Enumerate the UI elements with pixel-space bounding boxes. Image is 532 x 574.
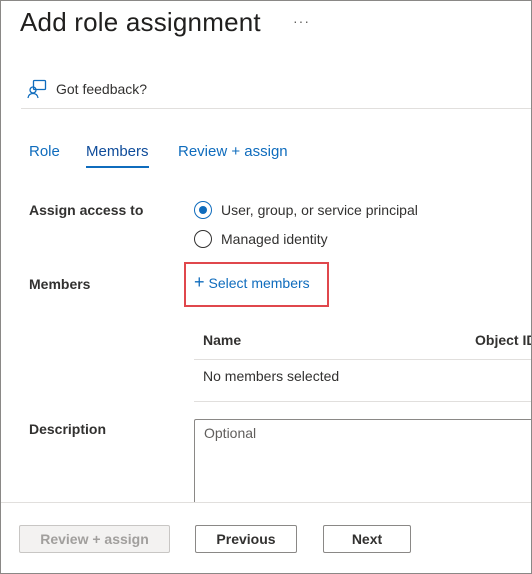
page-title: Add role assignment — [20, 7, 261, 37]
radio-button-checked[interactable] — [194, 201, 212, 219]
feedback-label: Got feedback? — [56, 81, 148, 97]
radio-label-managed-identity: Managed identity — [221, 231, 328, 247]
radio-label-user-group-principal: User, group, or service principal — [221, 202, 418, 218]
feedback-link[interactable]: Got feedback? — [27, 79, 147, 99]
tab-role[interactable]: Role — [29, 143, 60, 166]
radio-user-group-principal[interactable]: User, group, or service principal — [194, 201, 418, 219]
table-bottom-divider — [194, 401, 531, 402]
footer-bar: Review + assign Previous Next — [1, 502, 531, 573]
column-header-object-id[interactable]: Object ID — [475, 332, 531, 348]
assign-access-label: Assign access to — [29, 202, 144, 218]
select-members-label: Select members — [208, 275, 310, 291]
feedback-icon — [27, 79, 47, 99]
dialog-frame: Add role assignment ··· Got feedback? Ro… — [0, 0, 532, 574]
members-label: Members — [29, 276, 91, 292]
radio-managed-identity[interactable]: Managed identity — [194, 230, 328, 248]
description-label: Description — [29, 421, 107, 437]
tab-members[interactable]: Members — [86, 143, 149, 168]
previous-button[interactable]: Previous — [195, 525, 297, 553]
radio-button-unchecked[interactable] — [194, 230, 212, 248]
tab-review-assign[interactable]: Review + assign — [178, 143, 288, 166]
select-members-button[interactable]: + Select members — [194, 271, 310, 292]
plus-icon: + — [194, 271, 205, 292]
table-header-divider — [194, 359, 531, 360]
header-divider — [21, 108, 531, 109]
next-button[interactable]: Next — [323, 525, 411, 553]
members-table-header: Name Object ID — [194, 332, 531, 360]
more-options-icon[interactable]: ··· — [293, 13, 310, 29]
review-assign-button[interactable]: Review + assign — [19, 525, 170, 553]
table-empty-message: No members selected — [203, 368, 340, 384]
column-header-name[interactable]: Name — [203, 332, 241, 348]
